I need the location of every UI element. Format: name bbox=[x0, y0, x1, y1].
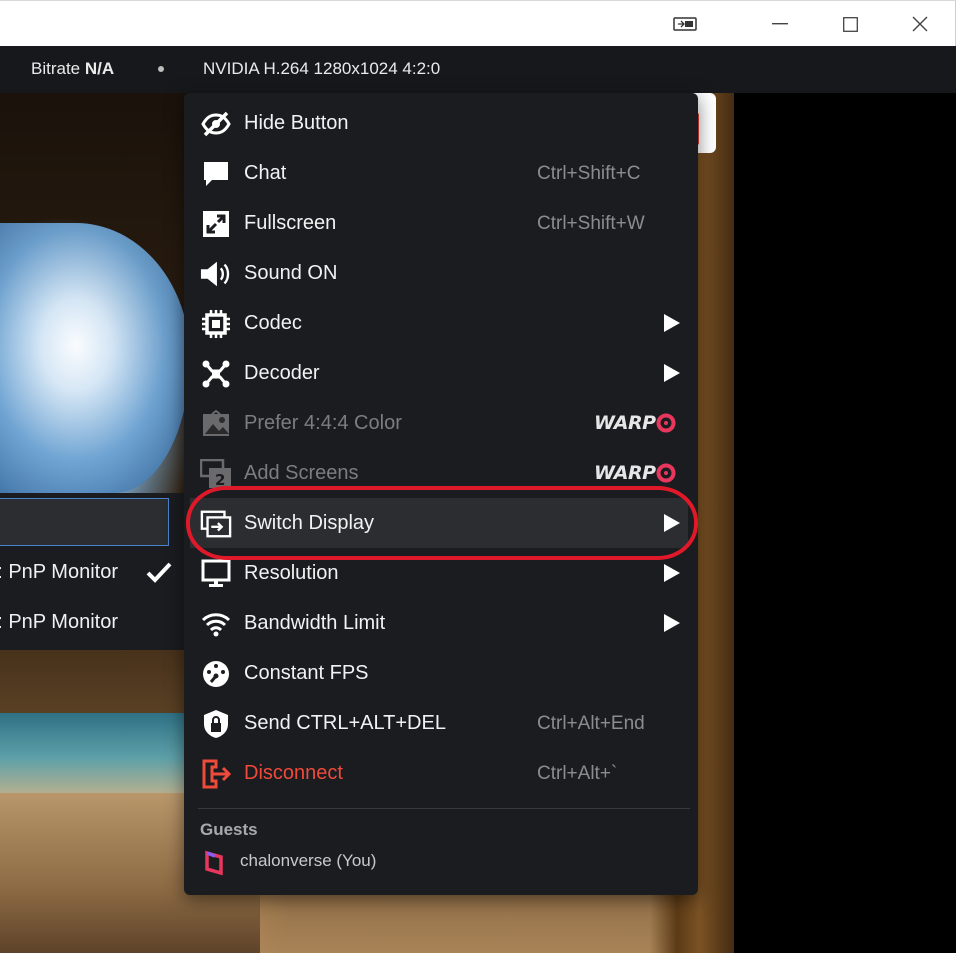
menu-item-sound[interactable]: Sound ON bbox=[184, 248, 698, 298]
menu-item-bandwidth-limit[interactable]: Bandwidth Limit bbox=[184, 598, 698, 648]
menu-item-disconnect[interactable]: Disconnect Ctrl+Alt+` bbox=[184, 748, 698, 798]
menu-item-switch-display[interactable]: Switch Display bbox=[190, 498, 688, 548]
submenu-arrow-icon bbox=[664, 364, 680, 382]
close-icon[interactable] bbox=[897, 5, 943, 43]
menu-item-label: Disconnect bbox=[244, 762, 343, 784]
menu-item-resolution[interactable]: Resolution bbox=[184, 548, 698, 598]
image-icon bbox=[200, 409, 232, 439]
menu-item-label: Bandwidth Limit bbox=[244, 612, 386, 634]
submenu-item-monitor-1[interactable]: : PnP Monitor bbox=[0, 548, 184, 598]
maximize-icon[interactable] bbox=[827, 5, 873, 43]
menu-item-decoder[interactable]: Decoder bbox=[184, 348, 698, 398]
eye-slash-icon bbox=[200, 109, 232, 139]
wifi-icon bbox=[200, 609, 232, 639]
speaker-icon bbox=[200, 259, 232, 289]
warp-badge: WARP bbox=[594, 462, 676, 484]
lock-icon bbox=[200, 709, 232, 739]
submenu-item-prefix: : bbox=[0, 611, 3, 633]
warp-badge-text: WARP bbox=[594, 462, 656, 484]
menu-item-label: Constant FPS bbox=[244, 662, 369, 684]
guest-name: chalonverse (You) bbox=[240, 851, 377, 870]
decoder-icon bbox=[200, 359, 232, 389]
gauge-icon bbox=[200, 659, 232, 689]
menu-item-fullscreen[interactable]: Fullscreen Ctrl+Shift+W bbox=[184, 198, 698, 248]
submenu-arrow-icon bbox=[664, 564, 680, 582]
menu-item-shortcut: Ctrl+Shift+C bbox=[537, 163, 641, 184]
svg-text:2: 2 bbox=[215, 471, 225, 489]
menu-item-prefer-444-color[interactable]: Prefer 4:4:4 Color WARP bbox=[184, 398, 698, 448]
checkmark-icon bbox=[146, 561, 172, 589]
menu-item-label: Prefer 4:4:4 Color bbox=[244, 412, 402, 434]
submenu-arrow-icon bbox=[664, 514, 680, 532]
menu-item-label: Send CTRL+ALT+DEL bbox=[244, 712, 446, 734]
stats-separator-dot bbox=[158, 66, 164, 72]
menu-item-codec[interactable]: Codec bbox=[184, 298, 698, 348]
menu-item-label: Hide Button bbox=[244, 112, 349, 134]
menu-item-hide-button[interactable]: Hide Button bbox=[184, 98, 698, 148]
warp-badge-text: WARP bbox=[594, 412, 656, 434]
bitrate-label: Bitrate bbox=[31, 59, 81, 78]
submenu-arrow-icon bbox=[664, 614, 680, 632]
submenu-item-prefix: : bbox=[0, 561, 3, 583]
window-titlebar bbox=[0, 0, 956, 47]
add-screens-icon: 2 bbox=[200, 459, 232, 489]
submenu-arrow-icon bbox=[664, 314, 680, 332]
menu-item-add-screens[interactable]: 2 Add Screens WARP bbox=[184, 448, 698, 498]
menu-item-shortcut: Ctrl+Alt+End bbox=[537, 713, 645, 734]
fullscreen-icon bbox=[200, 209, 232, 239]
submenu-item-label: : PnP Monitor bbox=[0, 611, 118, 634]
disconnect-icon bbox=[200, 759, 232, 789]
parsec-logo-icon bbox=[204, 850, 224, 881]
switch-display-submenu: : PnP Monitor : PnP Monitor bbox=[0, 493, 184, 650]
monitor-icon bbox=[200, 559, 232, 589]
warp-swirl-icon bbox=[656, 463, 676, 483]
menu-item-label: Sound ON bbox=[244, 262, 338, 284]
wallpaper-sky bbox=[0, 223, 190, 493]
menu-item-shortcut: Ctrl+Shift+W bbox=[537, 213, 645, 234]
stream-context-menu: Hide Button Chat Ctrl+Shift+C Fullscreen… bbox=[184, 93, 698, 895]
minimize-icon[interactable] bbox=[757, 5, 803, 43]
wallpaper-sea bbox=[0, 713, 190, 803]
menu-divider bbox=[198, 808, 690, 809]
submenu-item-text: PnP Monitor bbox=[8, 611, 118, 633]
mirror-icon[interactable] bbox=[662, 5, 708, 43]
guests-heading: Guests bbox=[200, 820, 258, 839]
menu-item-send-ctrl-alt-del[interactable]: Send CTRL+ALT+DEL Ctrl+Alt+End bbox=[184, 698, 698, 748]
submenu-selected-item[interactable] bbox=[0, 498, 169, 546]
codec-info: NVIDIA H.264 1280x1024 4:2:0 bbox=[203, 59, 441, 78]
menu-item-label: Decoder bbox=[244, 362, 320, 384]
bitrate-value: N/A bbox=[84, 59, 115, 78]
warp-swirl-icon bbox=[656, 413, 676, 433]
submenu-item-label: : PnP Monitor bbox=[0, 561, 118, 584]
menu-item-label: Fullscreen bbox=[244, 212, 337, 234]
menu-item-label: Switch Display bbox=[244, 512, 375, 534]
menu-item-shortcut: Ctrl+Alt+` bbox=[537, 763, 618, 784]
stats-bar: Bitrate N/A NVIDIA H.264 1280x1024 4:2:0 bbox=[0, 46, 956, 93]
submenu-item-text: PnP Monitor bbox=[8, 561, 118, 583]
chip-icon bbox=[200, 309, 232, 339]
menu-item-constant-fps[interactable]: Constant FPS bbox=[184, 648, 698, 698]
bitrate-stat: Bitrate N/A bbox=[31, 59, 114, 79]
menu-item-label: Codec bbox=[244, 312, 302, 334]
menu-item-chat[interactable]: Chat Ctrl+Shift+C bbox=[184, 148, 698, 198]
switch-display-icon bbox=[200, 509, 232, 539]
letterbox-area bbox=[734, 93, 956, 953]
submenu-item-monitor-2[interactable]: : PnP Monitor bbox=[0, 598, 184, 648]
chat-bubble-icon bbox=[200, 159, 232, 189]
menu-item-label: Chat bbox=[244, 162, 287, 184]
warp-badge: WARP bbox=[594, 412, 676, 434]
menu-item-label: Add Screens bbox=[244, 462, 359, 484]
menu-item-label: Resolution bbox=[244, 562, 339, 584]
